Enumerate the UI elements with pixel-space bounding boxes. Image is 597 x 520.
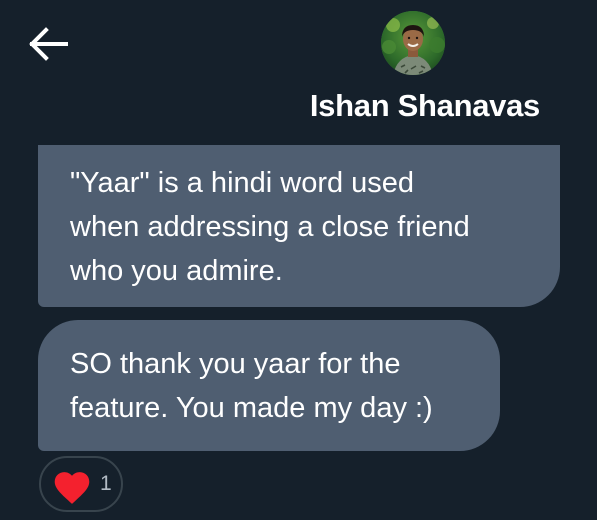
message-text-line: feature. You made my day :) [70, 392, 433, 424]
message-text-line: who you admire. [70, 255, 283, 287]
message-text-line: "Yaar" is a hindi word used [70, 167, 415, 199]
message-bubble[interactable]: SO thank you yaar for the feature. You m… [38, 320, 500, 451]
message-bubble[interactable]: "Yaar" is a hindi word used when address… [38, 145, 560, 307]
message-text-line: when addressing a close friend [70, 211, 470, 243]
reaction-count: 1 [100, 472, 112, 495]
avatar[interactable] [381, 11, 445, 75]
heart-icon [54, 472, 90, 504]
dm-conversation-view: Ishan Shanavas "Yaar" is a hindi word us… [0, 0, 597, 520]
reaction-button[interactable]: 1 [39, 456, 123, 512]
contact-name[interactable]: Ishan Shanavas [310, 88, 540, 124]
back-button[interactable] [22, 22, 72, 66]
message-text-line: SO thank you yaar for the [70, 348, 401, 380]
arrow-left-icon [29, 27, 68, 61]
profile-photo-icon [381, 11, 445, 75]
conversation-header: Ishan Shanavas [0, 0, 597, 140]
